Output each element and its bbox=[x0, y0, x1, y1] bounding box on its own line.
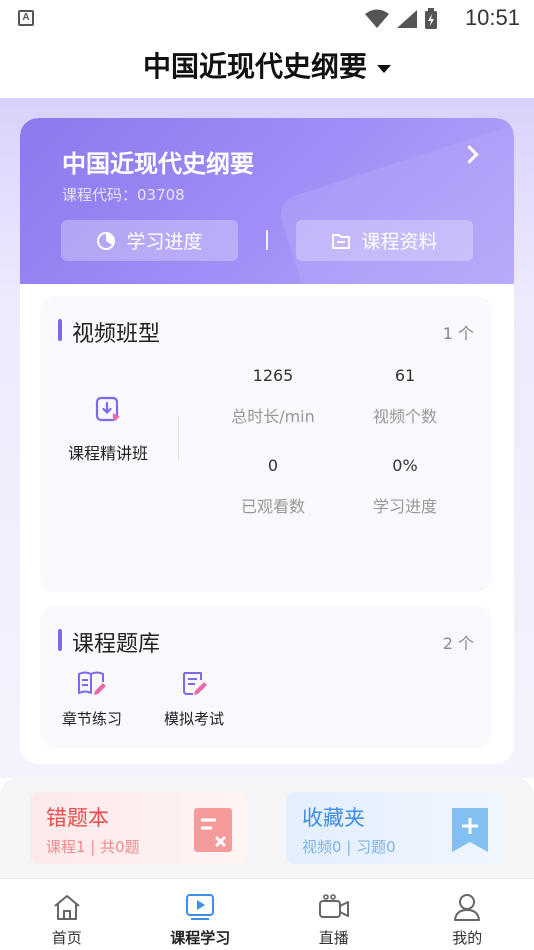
exam-paper-edit-icon bbox=[183, 672, 207, 695]
wifi-icon bbox=[365, 9, 389, 28]
notification-a-icon: A bbox=[18, 10, 34, 26]
clock: 10:51 bbox=[464, 5, 520, 30]
video-lesson-icon bbox=[95, 396, 120, 422]
divider bbox=[178, 416, 179, 460]
favorites-title: 收藏夹 bbox=[302, 806, 365, 830]
class-type-label: 课程精讲班 bbox=[67, 444, 148, 463]
course-materials-button[interactable]: 课程资料 bbox=[296, 220, 473, 261]
nav-label: 直播 bbox=[318, 929, 349, 947]
stat-value: 61 bbox=[394, 366, 416, 385]
nav-item-home[interactable]: 首页 bbox=[0, 879, 134, 950]
bottom-navigation: 首页 课程学习 直播 我的 bbox=[0, 878, 534, 950]
bookmark-add-icon bbox=[452, 808, 488, 852]
stat-label: 视频个数 bbox=[372, 407, 437, 426]
nav-label: 课程学习 bbox=[170, 929, 231, 947]
stat-video-count: 61 视频个数 bbox=[340, 366, 470, 427]
user-icon bbox=[454, 894, 481, 921]
stat-value: 0 bbox=[267, 456, 279, 475]
wrong-questions-subtitle: 课程1 | 共0题 bbox=[46, 838, 140, 856]
video-class-section: 视频班型 1 个 课程精讲班 1265 总时长/min 61 视频个数 0 已观… bbox=[40, 296, 492, 592]
course-name: 中国近现代史纲要 bbox=[62, 150, 254, 178]
wrong-questions-card[interactable]: 错题本 课程1 | 共0题 bbox=[30, 792, 248, 864]
course-card: 中国近现代史纲要 课程代码：03708 学习进度 课程资料 视频班型 1 个 课… bbox=[20, 118, 514, 764]
study-progress-label: 学习进度 bbox=[126, 231, 203, 253]
study-progress-button[interactable]: 学习进度 bbox=[61, 220, 238, 261]
mock-exam-label: 模拟考试 bbox=[163, 710, 224, 728]
nav-item-live[interactable]: 直播 bbox=[267, 879, 401, 950]
stat-label: 已观看数 bbox=[240, 497, 305, 516]
stat-label: 学习进度 bbox=[372, 497, 437, 516]
wrong-notebook-icon bbox=[194, 808, 232, 852]
signal-icon bbox=[397, 10, 417, 28]
course-banner[interactable]: 中国近现代史纲要 课程代码：03708 学习进度 课程资料 bbox=[20, 118, 514, 284]
section-title: 视频班型 bbox=[58, 316, 160, 348]
stat-label: 总时长/min bbox=[231, 407, 315, 426]
nav-label: 我的 bbox=[452, 929, 483, 947]
course-selector[interactable]: 中国近现代史纲要 bbox=[0, 36, 534, 98]
battery-charging-icon bbox=[425, 8, 437, 29]
mock-exam-item[interactable]: 模拟考试 bbox=[154, 670, 234, 729]
section-count: 2 个 bbox=[442, 634, 474, 653]
divider bbox=[266, 230, 268, 250]
nav-label: 首页 bbox=[51, 929, 82, 947]
status-bar: A 10:51 bbox=[0, 0, 534, 36]
question-bank-section: 课程题库 2 个 章节练习 模拟考试 bbox=[40, 606, 492, 748]
stat-total-duration: 1265 总时长/min bbox=[208, 366, 338, 427]
course-materials-label: 课程资料 bbox=[361, 231, 438, 253]
nav-item-profile[interactable]: 我的 bbox=[401, 879, 534, 950]
course-code: 课程代码：03708 bbox=[62, 186, 185, 204]
favorites-subtitle: 视频0 | 习题0 bbox=[302, 838, 396, 856]
stat-study-progress: 0% 学习进度 bbox=[340, 456, 470, 517]
chapter-practice-label: 章节练习 bbox=[61, 710, 122, 728]
stat-value: 0% bbox=[392, 456, 418, 475]
stat-watched-count: 0 已观看数 bbox=[208, 456, 338, 517]
page-title: 中国近现代史纲要 bbox=[142, 50, 367, 83]
caret-down-icon bbox=[377, 64, 391, 73]
nav-item-course-study[interactable]: 课程学习 bbox=[134, 879, 268, 950]
section-title: 课程题库 bbox=[58, 626, 160, 658]
open-book-edit-icon bbox=[78, 671, 106, 695]
clock-progress-icon bbox=[97, 231, 116, 250]
class-type-item[interactable]: 课程精讲班 bbox=[60, 396, 156, 464]
folder-icon bbox=[332, 233, 351, 249]
chapter-practice-item[interactable]: 章节练习 bbox=[52, 670, 132, 729]
play-icon bbox=[186, 894, 215, 920]
stat-value: 1265 bbox=[252, 366, 294, 385]
section-count: 1 个 bbox=[442, 324, 474, 343]
promo-strip: 错题本 课程1 | 共0题 收藏夹 视频0 | 习题0 bbox=[0, 778, 534, 878]
live-camera-icon bbox=[318, 894, 349, 918]
wrong-questions-title: 错题本 bbox=[46, 806, 109, 830]
favorites-card[interactable]: 收藏夹 视频0 | 习题0 bbox=[286, 792, 504, 864]
home-icon bbox=[54, 895, 80, 920]
